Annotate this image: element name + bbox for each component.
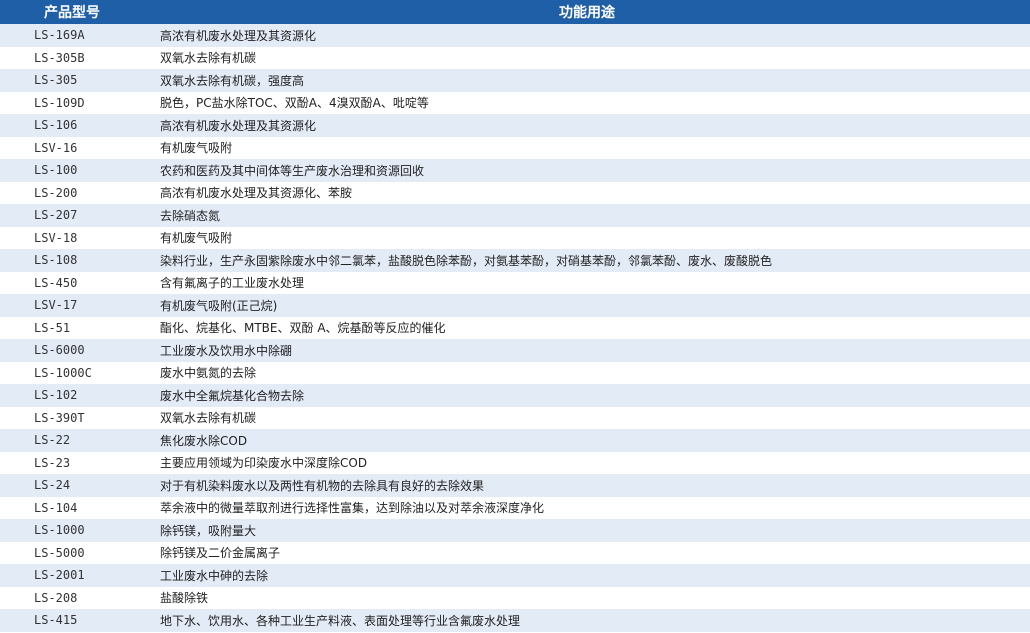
- model-cell: LS-450: [0, 271, 144, 294]
- use-cell: 有机废气吸附(正己烷): [144, 294, 1030, 317]
- table-row: LS-169A 高浓有机废水处理及其资源化: [0, 24, 1030, 47]
- table-row: LS-2001 工业废水中砷的去除: [0, 564, 1030, 587]
- product-table: 产品型号 功能用途 LS-169A 高浓有机废水处理及其资源化 LS-305B 双氧水…: [0, 0, 1030, 632]
- model-cell: LS-200: [0, 181, 144, 204]
- table-row: LS-109D 脱色，PC盐水除TOC、双酚A、4溴双酚A、吡啶等: [0, 91, 1030, 114]
- model-cell: LS-169A: [0, 24, 144, 47]
- use-cell: 高浓有机废水处理及其资源化: [144, 114, 1030, 137]
- model-cell: LSV-18: [0, 226, 144, 249]
- table-row: LS-450 含有氟离子的工业废水处理: [0, 271, 1030, 294]
- use-cell: 焦化废水除COD: [144, 429, 1030, 452]
- table-row: LSV-17 有机废气吸附(正己烷): [0, 294, 1030, 317]
- table-row: LS-22 焦化废水除COD: [0, 429, 1030, 452]
- use-cell: 工业废水中砷的去除: [144, 564, 1030, 587]
- table-row: LS-305 双氧水去除有机碳，强度高: [0, 69, 1030, 92]
- use-cell: 双氧水去除有机碳: [144, 46, 1030, 69]
- table-row: LS-208 盐酸除铁: [0, 586, 1030, 609]
- model-cell: LS-207: [0, 204, 144, 227]
- table-row: LS-207 去除硝态氮: [0, 204, 1030, 227]
- use-cell: 农药和医药及其中间体等生产废水治理和资源回收: [144, 159, 1030, 182]
- use-cell: 除钙镁，吸附量大: [144, 519, 1030, 542]
- use-cell: 废水中全氟烷基化合物去除: [144, 384, 1030, 407]
- use-cell: 有机废气吸附: [144, 136, 1030, 159]
- use-cell: 脱色，PC盐水除TOC、双酚A、4溴双酚A、吡啶等: [144, 91, 1030, 114]
- model-cell: LS-106: [0, 114, 144, 137]
- use-cell: 双氧水去除有机碳: [144, 406, 1030, 429]
- table-row: LS-6000 工业废水及饮用水中除硼: [0, 339, 1030, 362]
- table-row: LS-1000 除钙镁，吸附量大: [0, 519, 1030, 542]
- use-cell: 废水中氨氮的去除: [144, 361, 1030, 384]
- header-use: 功能用途: [144, 0, 1030, 24]
- table-row: LS-5000 除钙镁及二价金属离子: [0, 541, 1030, 564]
- model-cell: LS-6000: [0, 339, 144, 362]
- table-row: LS-51 酯化、烷基化、MTBE、双酚 A、烷基酚等反应的催化: [0, 316, 1030, 339]
- use-cell: 高浓有机废水处理及其资源化、苯胺: [144, 181, 1030, 204]
- table-row: LSV-16 有机废气吸附: [0, 136, 1030, 159]
- table-row: LS-104 萃余液中的微量萃取剂进行选择性富集，达到除油以及对萃余液深度净化: [0, 496, 1030, 519]
- table-row: LSV-18 有机废气吸附: [0, 226, 1030, 249]
- table-row: LS-1000C 废水中氨氮的去除: [0, 361, 1030, 384]
- model-cell: LS-1000: [0, 519, 144, 542]
- model-cell: LS-23: [0, 451, 144, 474]
- model-cell: LS-2001: [0, 564, 144, 587]
- table-row: LS-102 废水中全氟烷基化合物去除: [0, 384, 1030, 407]
- table-row: LS-108 染料行业，生产永固紫除废水中邻二氯苯，盐酸脱色除苯酚，对氨基苯酚，对…: [0, 249, 1030, 272]
- table-row: LS-106 高浓有机废水处理及其资源化: [0, 114, 1030, 137]
- use-cell: 盐酸除铁: [144, 586, 1030, 609]
- model-cell: LS-1000C: [0, 361, 144, 384]
- table-row: LS-200 高浓有机废水处理及其资源化、苯胺: [0, 181, 1030, 204]
- use-cell: 双氧水去除有机碳，强度高: [144, 69, 1030, 92]
- use-cell: 染料行业，生产永固紫除废水中邻二氯苯，盐酸脱色除苯酚，对氨基苯酚，对硝基苯酚，邻…: [144, 249, 1030, 272]
- table-row: LS-24 对于有机染料废水以及两性有机物的去除具有良好的去除效果: [0, 474, 1030, 497]
- model-cell: LSV-17: [0, 294, 144, 317]
- model-cell: LS-102: [0, 384, 144, 407]
- use-cell: 有机废气吸附: [144, 226, 1030, 249]
- model-cell: LS-109D: [0, 91, 144, 114]
- model-cell: LSV-16: [0, 136, 144, 159]
- use-cell: 工业废水及饮用水中除硼: [144, 339, 1030, 362]
- model-cell: LS-208: [0, 586, 144, 609]
- model-cell: LS-24: [0, 474, 144, 497]
- use-cell: 地下水、饮用水、各种工业生产料液、表面处理等行业含氟废水处理: [144, 609, 1030, 632]
- model-cell: LS-100: [0, 159, 144, 182]
- table-body: LS-169A 高浓有机废水处理及其资源化 LS-305B 双氧水去除有机碳 LS-30…: [0, 24, 1030, 632]
- use-cell: 去除硝态氮: [144, 204, 1030, 227]
- use-cell: 主要应用领域为印染废水中深度除COD: [144, 451, 1030, 474]
- model-cell: LS-108: [0, 249, 144, 272]
- model-cell: LS-22: [0, 429, 144, 452]
- header-row: 产品型号 功能用途: [0, 0, 1030, 24]
- model-cell: LS-415: [0, 609, 144, 632]
- table-row: LS-390T 双氧水去除有机碳: [0, 406, 1030, 429]
- use-cell: 除钙镁及二价金属离子: [144, 541, 1030, 564]
- header-model: 产品型号: [0, 0, 144, 24]
- model-cell: LS-305: [0, 69, 144, 92]
- model-cell: LS-5000: [0, 541, 144, 564]
- use-cell: 含有氟离子的工业废水处理: [144, 271, 1030, 294]
- use-cell: 高浓有机废水处理及其资源化: [144, 24, 1030, 47]
- use-cell: 对于有机染料废水以及两性有机物的去除具有良好的去除效果: [144, 474, 1030, 497]
- model-cell: LS-390T: [0, 406, 144, 429]
- use-cell: 酯化、烷基化、MTBE、双酚 A、烷基酚等反应的催化: [144, 316, 1030, 339]
- table-row: LS-305B 双氧水去除有机碳: [0, 46, 1030, 69]
- table-row: LS-23 主要应用领域为印染废水中深度除COD: [0, 451, 1030, 474]
- model-cell: LS-305B: [0, 46, 144, 69]
- table-row: LS-415 地下水、饮用水、各种工业生产料液、表面处理等行业含氟废水处理: [0, 609, 1030, 632]
- table-row: LS-100 农药和医药及其中间体等生产废水治理和资源回收: [0, 159, 1030, 182]
- model-cell: LS-104: [0, 496, 144, 519]
- model-cell: LS-51: [0, 316, 144, 339]
- use-cell: 萃余液中的微量萃取剂进行选择性富集，达到除油以及对萃余液深度净化: [144, 496, 1030, 519]
